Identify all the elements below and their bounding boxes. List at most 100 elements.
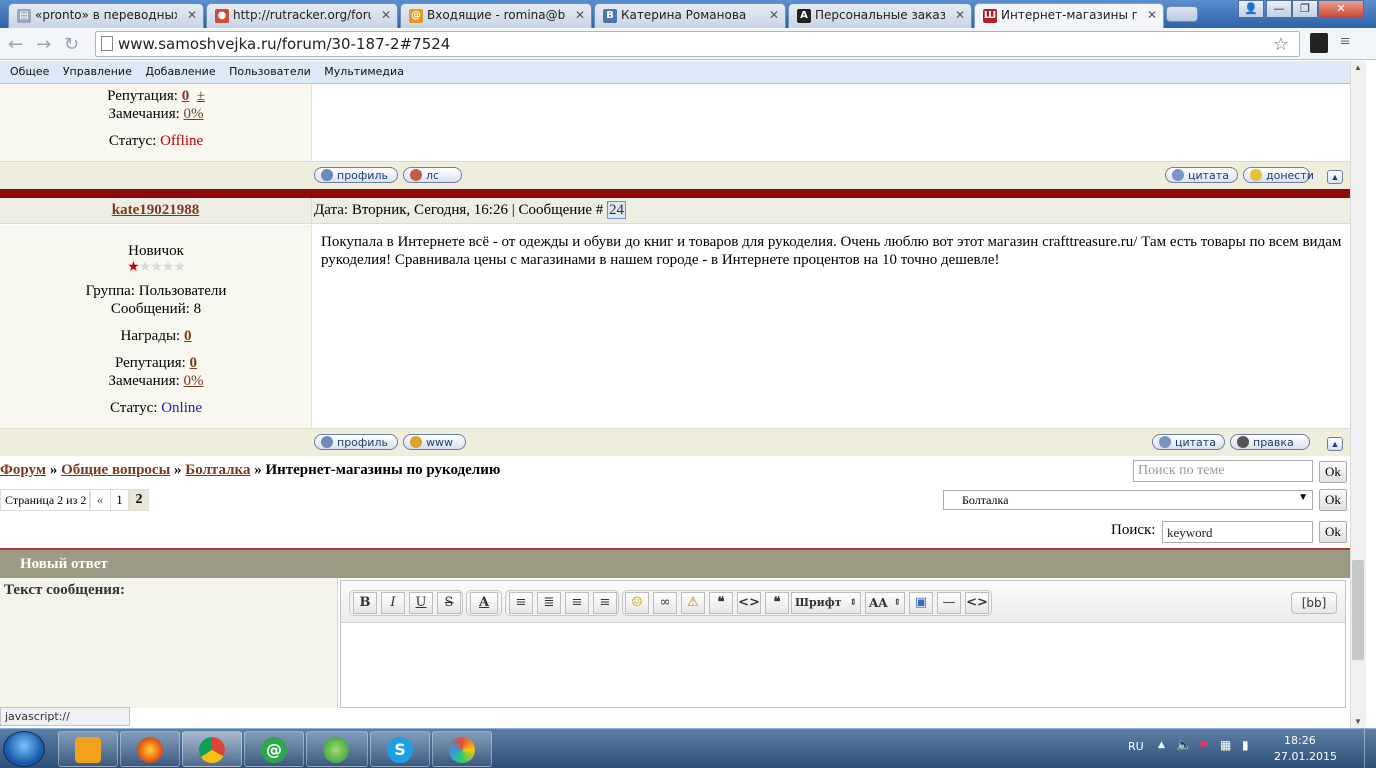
align-center-icon[interactable]: ≡ <box>565 592 589 614</box>
reputation-link[interactable]: 0 <box>190 355 198 371</box>
clock-date[interactable]: 27.01.2015 <box>1274 750 1337 763</box>
edit-button[interactable]: правка <box>1230 434 1310 450</box>
menu-icon[interactable]: ≡ <box>1340 31 1350 52</box>
network-icon[interactable]: ▦ <box>1220 738 1231 752</box>
bb-code-toggle-button[interactable]: [bb] <box>1291 592 1337 614</box>
extension-icon[interactable] <box>1310 33 1328 53</box>
warnings-link[interactable]: 0% <box>184 373 204 389</box>
warnings-link[interactable]: 0% <box>184 106 204 122</box>
reload-icon[interactable]: ↻ <box>64 34 79 55</box>
clock-time[interactable]: 18:26 <box>1284 734 1316 747</box>
language-indicator[interactable]: RU <box>1128 740 1144 753</box>
align-left-icon[interactable]: ≡ <box>509 592 533 614</box>
taskbar-chrome[interactable] <box>182 731 242 767</box>
post-number-link[interactable]: 24 <box>607 201 626 219</box>
bold-button[interactable]: B <box>353 592 377 614</box>
quote-icon[interactable]: ❝ <box>709 592 733 614</box>
reputation-link[interactable]: 0 <box>182 88 190 104</box>
pm-button[interactable]: лс <box>403 167 462 183</box>
pagination-prev[interactable]: « <box>89 489 111 511</box>
taskbar-media-player[interactable] <box>58 731 118 767</box>
tab-5[interactable]: A Персональные заказы / ✕ <box>788 3 972 28</box>
awards-link[interactable]: 0 <box>184 328 192 344</box>
menu-item-management[interactable]: Управление <box>63 65 132 78</box>
tab-2[interactable]: ● http://rutracker.org/forun ✕ <box>206 3 398 28</box>
html-icon[interactable]: <> <box>965 592 989 614</box>
taskbar-firefox[interactable] <box>120 731 180 767</box>
scrollbar-thumb[interactable] <box>1352 560 1364 660</box>
close-icon[interactable]: ✕ <box>1147 8 1157 22</box>
taskbar-paint[interactable] <box>432 731 492 767</box>
tab-4[interactable]: B Катерина Романова ✕ <box>594 3 786 28</box>
tab-6-active[interactable]: Ш Интернет-магазины по р ✕ <box>974 3 1164 28</box>
search-input[interactable]: keyword <box>1162 521 1313 543</box>
code-icon[interactable]: <> <box>737 592 761 614</box>
tab-1[interactable]: ▤ «pronto» в переводных с ✕ <box>8 3 204 28</box>
battery-icon[interactable]: ▮ <box>1242 738 1249 752</box>
scroll-down-icon[interactable]: ▼ <box>1354 717 1362 726</box>
quote-button[interactable]: цитата <box>1152 434 1225 450</box>
forum-select-ok-button[interactable]: Ok <box>1319 489 1347 511</box>
pagination-page-1[interactable]: 1 <box>110 489 129 511</box>
image-icon[interactable]: ▣ <box>909 592 933 614</box>
highlight-icon[interactable]: ⚠ <box>681 592 705 614</box>
back-icon[interactable]: ← <box>8 34 23 55</box>
maximize-button[interactable]: ❐ <box>1292 0 1318 18</box>
scroll-top-icon[interactable]: ▲ <box>1327 437 1343 451</box>
bookmark-star-icon[interactable]: ☆ <box>1273 34 1289 55</box>
security-alert-icon[interactable]: ⚑ <box>1198 738 1209 752</box>
taskbar-mail-agent[interactable]: @ <box>244 731 304 767</box>
show-hidden-icons-icon[interactable]: ▲ <box>1158 740 1165 750</box>
link-icon[interactable]: ∞ <box>653 592 677 614</box>
menu-item-multimedia[interactable]: Мультимедиа <box>324 65 404 78</box>
menu-item-general[interactable]: Общее <box>10 65 49 78</box>
reputation-toggle-link[interactable]: ± <box>197 88 205 104</box>
close-icon[interactable]: ✕ <box>955 8 965 22</box>
report-button[interactable]: донести <box>1243 167 1314 183</box>
menu-item-users[interactable]: Пользователи <box>229 65 311 78</box>
close-icon[interactable]: ✕ <box>769 8 779 22</box>
post-author-link[interactable]: kate19021988 <box>112 202 200 218</box>
close-icon[interactable]: ✕ <box>575 8 585 22</box>
font-size-select[interactable]: AA ⇕ <box>865 592 905 614</box>
font-color-button[interactable]: A <box>470 592 498 614</box>
align-right-icon[interactable]: ≡ <box>593 592 617 614</box>
scroll-top-icon[interactable]: ▲ <box>1327 170 1343 184</box>
topic-search-ok-button[interactable]: Ok <box>1319 461 1347 483</box>
underline-button[interactable]: U <box>409 592 433 614</box>
close-icon[interactable]: ✕ <box>381 8 391 22</box>
align-justify-icon[interactable]: ≣ <box>537 592 561 614</box>
volume-icon[interactable]: 🔈 <box>1176 738 1192 753</box>
smiley-icon[interactable]: ☺ <box>625 592 649 614</box>
close-window-button[interactable]: ✕ <box>1318 0 1364 18</box>
menu-item-add[interactable]: Добавление <box>145 65 215 78</box>
horizontal-rule-icon[interactable]: — <box>937 592 961 614</box>
user-icon[interactable]: 👤 <box>1238 0 1264 18</box>
quote-alt-icon[interactable]: ❝ <box>765 592 789 614</box>
reply-textarea[interactable] <box>341 624 1345 707</box>
search-ok-button[interactable]: Ok <box>1319 521 1347 543</box>
breadcrumb-chat[interactable]: Болталка <box>185 462 250 478</box>
italic-button[interactable]: I <box>381 592 405 614</box>
font-select[interactable]: Шрифт ⇕ <box>791 592 861 614</box>
strike-button[interactable]: S <box>437 592 461 614</box>
profile-button[interactable]: профиль <box>314 434 398 450</box>
windows-start-button[interactable] <box>3 731 45 767</box>
minimize-button[interactable]: — <box>1266 0 1292 18</box>
quote-button[interactable]: цитата <box>1165 167 1238 183</box>
www-button[interactable]: www <box>403 434 466 450</box>
breadcrumb-forum[interactable]: Форум <box>0 462 46 478</box>
show-desktop-button[interactable] <box>1364 729 1376 768</box>
taskbar-skype[interactable]: S <box>370 731 430 767</box>
topic-search-input[interactable]: Поиск по теме <box>1133 460 1313 482</box>
address-bar[interactable]: www.samoshvejka.ru/forum/30-187-2#7524 ☆ <box>95 31 1300 57</box>
breadcrumb-general[interactable]: Общие вопросы <box>61 462 170 478</box>
profile-button[interactable]: профиль <box>314 167 398 183</box>
close-icon[interactable]: ✕ <box>187 8 197 22</box>
taskbar-messenger[interactable] <box>306 731 368 767</box>
tab-3[interactable]: @ Входящие - romina@bk.r ✕ <box>400 3 592 28</box>
scroll-up-icon[interactable]: ▲ <box>1354 63 1362 72</box>
new-tab-button[interactable] <box>1166 6 1198 22</box>
forward-icon[interactable]: → <box>36 34 51 55</box>
forum-select[interactable]: Болталка ▼ <box>943 490 1313 510</box>
